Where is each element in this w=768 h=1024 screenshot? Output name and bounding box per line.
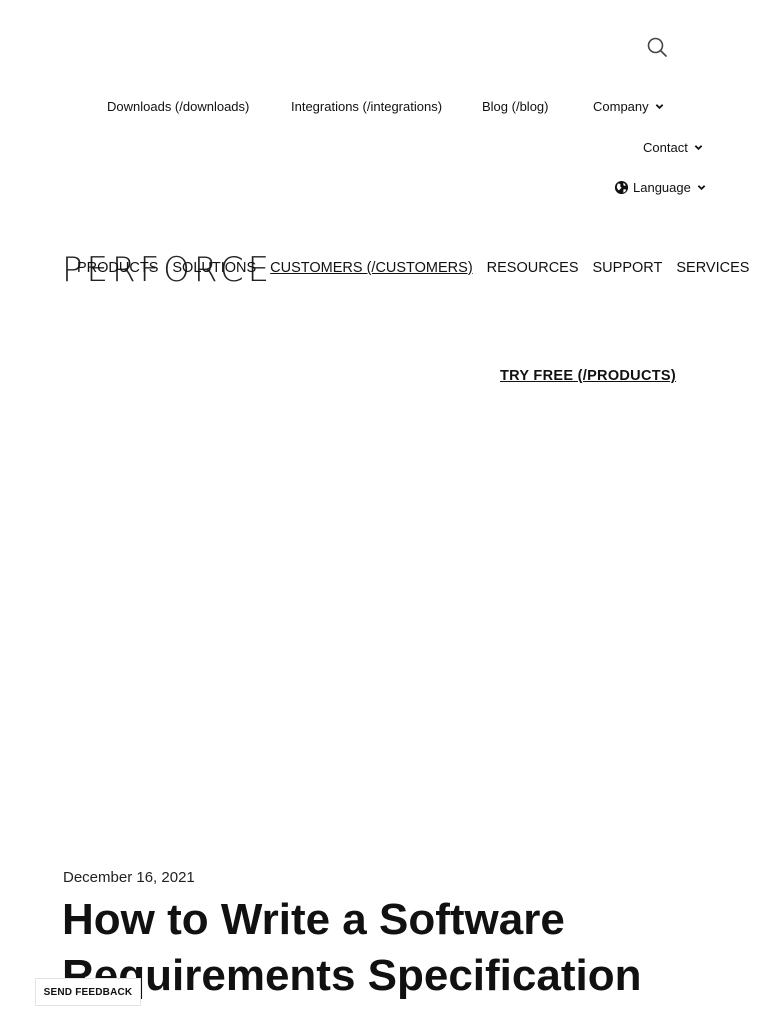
article-title: How to Write a Software Requirements Spe… xyxy=(62,895,642,1000)
try-free-link[interactable]: TRY FREE (/PRODUCTS) xyxy=(500,368,676,384)
nav-customers[interactable]: CUSTOMERS (/CUSTOMERS) xyxy=(270,260,472,276)
util-dropdown-contact[interactable]: Contact xyxy=(643,140,703,155)
util-link-downloads[interactable]: Downloads (/downloads) xyxy=(107,99,249,114)
util-dropdown-language[interactable]: Language xyxy=(614,180,706,195)
article-date: December 16, 2021 xyxy=(63,869,195,886)
nav-products[interactable]: PRODUCTS xyxy=(77,260,158,276)
util-link-blog[interactable]: Blog (/blog) xyxy=(482,99,548,114)
globe-icon xyxy=(614,180,629,195)
nav-services[interactable]: SERVICES xyxy=(676,260,749,276)
nav-solutions[interactable]: SOLUTIONS xyxy=(172,260,256,276)
send-feedback-button[interactable]: SEND FEEDBACK xyxy=(35,978,141,1006)
chevron-down-icon xyxy=(694,143,703,152)
search-icon[interactable] xyxy=(646,36,668,58)
chevron-down-icon xyxy=(655,102,664,111)
main-nav: PRODUCTS SOLUTIONS CUSTOMERS (/CUSTOMERS… xyxy=(77,260,763,276)
nav-resources[interactable]: RESOURCES xyxy=(487,260,579,276)
util-dropdown-company[interactable]: Company xyxy=(593,99,664,114)
chevron-down-icon xyxy=(697,183,706,192)
util-link-integrations[interactable]: Integrations (/integrations) xyxy=(291,99,442,114)
nav-support[interactable]: SUPPORT xyxy=(593,260,663,276)
